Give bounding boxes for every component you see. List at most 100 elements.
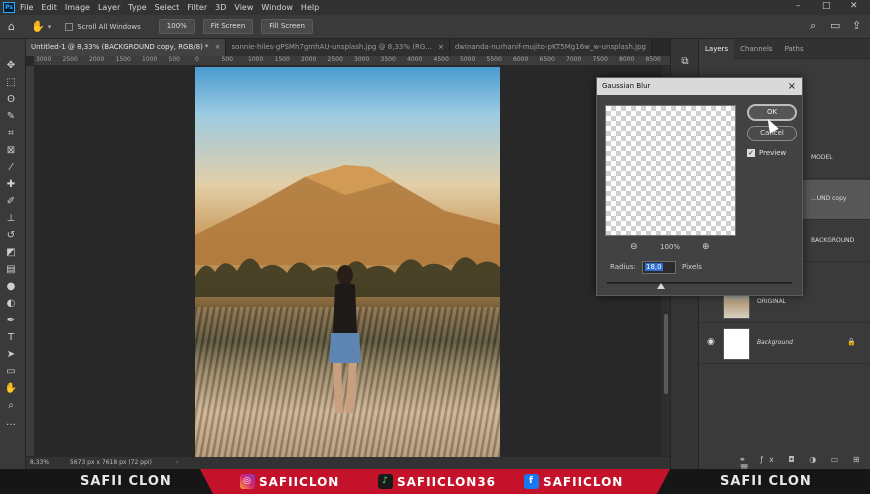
banner-right-name: SAFII CLON	[720, 474, 812, 489]
workspace-icon[interactable]: ▭	[830, 19, 840, 32]
tab-paths[interactable]: Paths	[779, 39, 810, 59]
share-icon[interactable]: ⇪	[852, 19, 861, 32]
frame-tool-icon[interactable]: ⊠	[4, 144, 18, 158]
menu-view[interactable]: View	[234, 3, 253, 12]
checkbox-icon	[65, 22, 74, 31]
radius-slider-track[interactable]	[607, 282, 792, 284]
scrollbar-thumb[interactable]	[664, 314, 668, 394]
menu-file[interactable]: File	[20, 3, 33, 12]
move-tool-icon[interactable]: ✥	[4, 59, 18, 73]
quick-select-tool-icon[interactable]: ✎	[4, 110, 18, 124]
horizontal-ruler: 3000 2500 2000 1500 1000 500 0 500 1000 1500 2000 2…	[34, 56, 670, 66]
ruler-tick-label: 1000	[248, 56, 264, 63]
brush-tool-icon[interactable]: ✐	[4, 195, 18, 209]
type-tool-icon[interactable]: T	[4, 331, 18, 345]
close-tab-icon[interactable]: ×	[215, 43, 221, 51]
minimize-icon[interactable]: –	[796, 1, 801, 11]
close-tab-icon[interactable]: ×	[438, 43, 444, 51]
preview-zoom-controls: ⊖ 100% ⊕	[630, 242, 715, 254]
eye-icon[interactable]: ◉	[707, 337, 715, 347]
layer-name: MODEL	[811, 154, 833, 161]
menu-select[interactable]: Select	[155, 3, 180, 12]
tab-label: dwinanda-nurhanif-mujito-pKT5Mg16w_w-uns…	[454, 43, 646, 51]
zoom-out-icon[interactable]: ⊖	[630, 242, 638, 252]
lasso-tool-icon[interactable]: ʘ	[4, 93, 18, 107]
ruler-tick-label: 5500	[486, 56, 502, 63]
ruler-tick-label: 3500	[380, 56, 396, 63]
scroll-all-windows-label: Scroll All Windows	[77, 22, 141, 31]
menu-type[interactable]: Type	[128, 3, 146, 12]
search-icon[interactable]: ⌕	[810, 19, 816, 33]
radius-row: Radius: 18,0 Pixels	[610, 261, 795, 275]
menu-edit[interactable]: Edit	[41, 3, 57, 12]
status-doc-size: 5673 px x 7618 px (72 ppi)	[70, 459, 152, 466]
gradient-tool-icon[interactable]: ▤	[4, 263, 18, 277]
zoom-in-icon[interactable]: ⊕	[702, 242, 710, 252]
more-tools-icon[interactable]: …	[4, 416, 18, 430]
home-icon[interactable]: ⌂	[8, 20, 15, 33]
maximize-icon[interactable]: □	[822, 1, 831, 11]
pen-tool-icon[interactable]: ✒	[4, 314, 18, 328]
tiktok-handle: ♪ SAFIICLON36	[378, 474, 496, 489]
facebook-icon: f	[524, 474, 539, 489]
layer-row-background[interactable]: ◉ Background 🔒	[699, 324, 870, 364]
ruler-tick-label: 2000	[89, 56, 105, 63]
ruler-tick-label: 2500	[327, 56, 343, 63]
checkmark-icon: ✓	[747, 149, 755, 157]
chevron-down-icon[interactable]: ▾	[48, 23, 52, 31]
blur-tool-icon[interactable]: ●	[4, 280, 18, 294]
scroll-all-windows-checkbox[interactable]: Scroll All Windows	[65, 22, 141, 31]
document-image[interactable]	[195, 67, 500, 459]
ruler-tick-label: 3000	[36, 56, 52, 63]
lock-icon[interactable]: 🔒	[847, 338, 856, 346]
fill-screen-button[interactable]: Fill Screen	[261, 19, 313, 34]
eyedropper-tool-icon[interactable]: ⁄	[4, 161, 18, 175]
photoshop-logo-icon: Ps	[3, 2, 15, 13]
hand-tool-icon[interactable]: ✋	[4, 382, 18, 396]
marquee-tool-icon[interactable]: ⬚	[4, 76, 18, 90]
history-brush-tool-icon[interactable]: ↺	[4, 229, 18, 243]
menu-3d[interactable]: 3D	[215, 3, 226, 12]
healing-brush-tool-icon[interactable]: ✚	[4, 178, 18, 192]
blur-preview[interactable]	[605, 105, 736, 236]
ruler-tick-label: 2500	[62, 56, 78, 63]
clone-stamp-tool-icon[interactable]: ⊥	[4, 212, 18, 226]
preview-zoom-value: 100%	[660, 243, 681, 251]
channel-banner: SAFII CLON ◎ SAFIICLON ♪ SAFIICLON36 f S…	[0, 469, 870, 494]
chevron-right-icon[interactable]: ›	[176, 457, 178, 469]
menu-help[interactable]: Help	[301, 3, 319, 12]
close-icon[interactable]: ×	[788, 78, 796, 95]
ruler-tick-label: 1000	[142, 56, 158, 63]
ruler-tick-label: 4000	[407, 56, 423, 63]
menu-layer[interactable]: Layer	[98, 3, 120, 12]
tab-dwinanda[interactable]: dwinanda-nurhanif-mujito-pKT5Mg16w_w-uns…	[449, 39, 652, 56]
menu-image[interactable]: Image	[65, 3, 90, 12]
status-zoom[interactable]: 8,33%	[30, 457, 49, 469]
close-window-icon[interactable]: ✕	[850, 1, 858, 11]
banner-left-name: SAFII CLON	[80, 474, 172, 489]
status-bar: 8,33% 5673 px x 7618 px (72 ppi) ›	[26, 457, 670, 469]
zoom-tool-icon[interactable]: ⌕	[4, 399, 18, 413]
radius-unit: Pixels	[682, 263, 702, 271]
radius-slider-thumb[interactable]	[657, 283, 665, 289]
vertical-ruler	[26, 66, 34, 456]
photoshop-window: Ps File Edit Image Layer Type Select Fil…	[0, 0, 870, 494]
radius-input[interactable]: 18,0	[642, 261, 676, 274]
dodge-tool-icon[interactable]: ◐	[4, 297, 18, 311]
crop-tool-icon[interactable]: ⌗	[4, 127, 18, 141]
fit-screen-button[interactable]: Fit Screen	[202, 19, 254, 34]
menu-window[interactable]: Window	[261, 3, 293, 12]
tab-sonnie-hiles[interactable]: sonnie-hiles-gPSMh7gmhAU-unsplash.jpg @ …	[226, 39, 450, 56]
rectangle-tool-icon[interactable]: ▭	[4, 365, 18, 379]
eraser-tool-icon[interactable]: ◩	[4, 246, 18, 260]
tab-untitled-1[interactable]: Untitled-1 @ 8,33% (BACKGROUND copy, RGB…	[26, 39, 227, 56]
zoom-100-button[interactable]: 100%	[158, 19, 195, 34]
menu-filter[interactable]: Filter	[187, 3, 207, 12]
tab-layers[interactable]: Layers	[699, 38, 735, 59]
history-panel-icon[interactable]: ⧉	[678, 55, 692, 69]
path-select-tool-icon[interactable]: ➤	[4, 348, 18, 362]
tab-channels[interactable]: Channels	[734, 39, 778, 59]
preview-checkbox[interactable]: ✓ Preview	[747, 149, 786, 157]
ruler-tick-label: 500	[168, 56, 180, 63]
dialog-title: Gaussian Blur	[597, 78, 802, 95]
